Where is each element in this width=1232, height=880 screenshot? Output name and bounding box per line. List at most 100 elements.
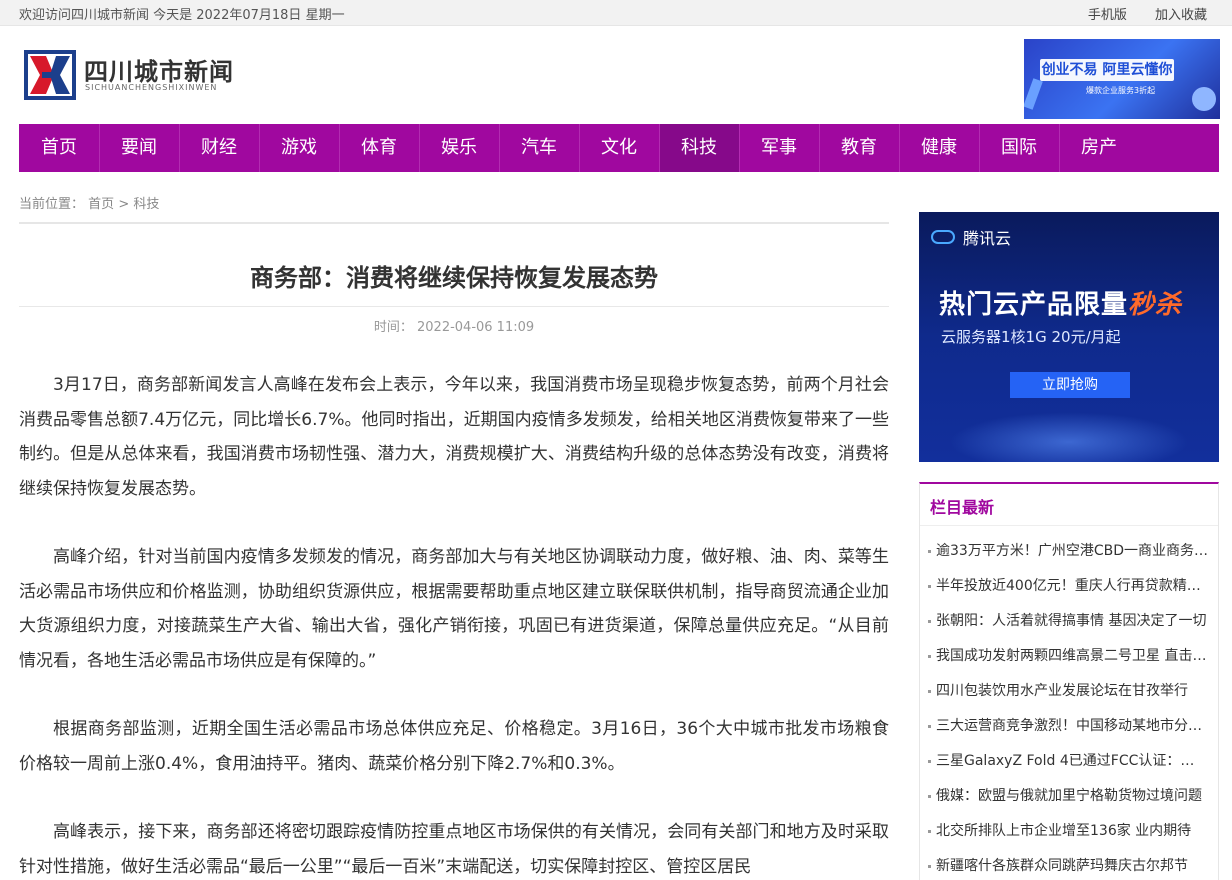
side-ad-headline: 热门云产品限量秒杀 — [939, 284, 1182, 321]
bullet-icon — [928, 550, 931, 553]
latest-news-item[interactable]: 半年投放近400亿元！重庆人行再贷款精准滴灌 — [920, 569, 1218, 604]
latest-news-item[interactable]: 张朝阳：人活着就得搞事情 基因决定了一切 — [920, 604, 1218, 639]
nav-item[interactable]: 娱乐 — [419, 124, 499, 172]
logo-subtitle: SICHUANCHENGSHIXINWEN — [85, 83, 218, 92]
nav-item[interactable]: 首页 — [19, 124, 99, 172]
latest-news-item[interactable]: 新疆喀什各族群众同跳萨玛舞庆古尔邦节 — [920, 849, 1218, 880]
latest-news-item[interactable]: 四川包装饮用水产业发展论坛在甘孜举行 — [920, 674, 1218, 709]
top-ad-headline: 创业不易 阿里云懂你 — [1040, 59, 1174, 81]
article-meta: 时间： 2022-04-06 11:09 — [19, 316, 889, 335]
main-nav: 首页 要闻 财经 游戏 体育 娱乐 汽车 文化 科技 军事 教育 健康 国际 房产 — [19, 124, 1219, 172]
nav-item[interactable]: 要闻 — [99, 124, 179, 172]
nav-item[interactable]: 文化 — [579, 124, 659, 172]
divider — [920, 525, 1218, 526]
article-paragraph: 高峰表示，接下来，商务部还将密切跟踪疫情防控重点地区市场保供的有关情况，会同有关… — [19, 822, 889, 877]
latest-news-link[interactable]: 新疆喀什各族群众同跳萨玛舞庆古尔邦节 — [936, 858, 1188, 874]
time-label: 时间： — [373, 320, 413, 335]
nav-separator — [739, 124, 740, 172]
nav-item[interactable]: 健康 — [899, 124, 979, 172]
side-ad-sub: 云服务器1核1G 20元/月起 — [941, 328, 1121, 346]
divider — [19, 222, 889, 224]
nav-separator — [499, 124, 500, 172]
add-favorite-link[interactable]: 加入收藏 — [1155, 8, 1207, 23]
nav-separator — [819, 124, 820, 172]
ad-decoration — [1024, 78, 1043, 110]
nav-item[interactable]: 房产 — [1059, 124, 1139, 172]
nav-separator — [659, 124, 660, 172]
nav-separator — [419, 124, 420, 172]
nav-separator — [899, 124, 900, 172]
latest-news-link[interactable]: 半年投放近400亿元！重庆人行再贷款精准滴灌 — [936, 578, 1218, 594]
site-logo[interactable]: 四川城市新闻 SICHUANCHENGSHIXINWEN — [24, 48, 244, 102]
buy-now-button[interactable]: 立即抢购 — [1010, 372, 1130, 398]
nav-item[interactable]: 教育 — [819, 124, 899, 172]
nav-item[interactable]: 汽车 — [499, 124, 579, 172]
top-ad-banner[interactable]: 创业不易 阿里云懂你 爆款企业服务3折起 — [1024, 39, 1220, 119]
latest-news-link[interactable]: 北交所排队上市企业增至136家 业内期待 — [936, 823, 1191, 839]
top-ad-sub: 爆款企业服务3折起 — [1086, 86, 1156, 95]
bullet-icon — [928, 830, 931, 833]
nav-separator — [179, 124, 180, 172]
article-title: 商务部：消费将继续保持恢复发展态势 — [250, 264, 658, 292]
latest-news-link[interactable]: 三星GalaxyZ Fold 4已通过FCC认证：支持25W — [936, 753, 1218, 769]
latest-news-link[interactable]: 逾33万平方米！广州空港CBD一商业商务用地挂牌 — [936, 543, 1218, 559]
nav-item[interactable]: 军事 — [739, 124, 819, 172]
nav-separator — [1059, 124, 1060, 172]
nav-separator — [579, 124, 580, 172]
article-paragraph: 根据商务部监测，近期全国生活必需品市场总体供应充足、价格稳定。3月16日，36个… — [19, 719, 889, 774]
nav-separator — [259, 124, 260, 172]
nav-item[interactable]: 科技 — [659, 124, 739, 172]
ad-decoration — [1192, 87, 1216, 111]
welcome-text: 欢迎访问四川城市新闻 今天是 2022年07月18日 星期一 — [19, 8, 345, 23]
article-paragraph: 3月17日，商务部新闻发言人高峰在发布会上表示，今年以来，我国消费市场呈现稳步恢… — [19, 375, 889, 499]
ad-decoration — [949, 412, 1189, 462]
nav-separator — [979, 124, 980, 172]
cloud-logo-icon — [931, 230, 955, 244]
article-body: 3月17日，商务部新闻发言人高峰在发布会上表示，今年以来，我国消费市场呈现稳步恢… — [19, 368, 889, 880]
publish-time: 2022-04-06 11:09 — [417, 320, 535, 335]
breadcrumb-home[interactable]: 首页 — [88, 197, 114, 212]
nav-item[interactable]: 体育 — [339, 124, 419, 172]
breadcrumb: 当前位置： 首页 > 科技 — [19, 193, 159, 212]
latest-news-item[interactable]: 逾33万平方米！广州空港CBD一商业商务用地挂牌 — [920, 534, 1218, 569]
latest-news-box: 栏目最新 逾33万平方米！广州空港CBD一商业商务用地挂牌半年投放近400亿元！… — [919, 482, 1219, 880]
latest-news-item[interactable]: 俄媒：欧盟与俄就加里宁格勒货物过境问题 — [920, 779, 1218, 814]
bullet-icon — [928, 760, 931, 763]
nav-separator — [99, 124, 100, 172]
latest-news-item[interactable]: 三大运营商竞争激烈！中国移动某地市分公司 — [920, 709, 1218, 744]
logo-mark-icon — [24, 50, 76, 100]
top-bar: 欢迎访问四川城市新闻 今天是 2022年07月18日 星期一 手机版 加入收藏 — [0, 0, 1232, 26]
latest-news-link[interactable]: 俄媒：欧盟与俄就加里宁格勒货物过境问题 — [936, 788, 1202, 804]
nav-item[interactable]: 国际 — [979, 124, 1059, 172]
top-links: 手机版 加入收藏 — [1064, 4, 1207, 23]
breadcrumb-separator: > — [118, 197, 130, 212]
latest-news-title: 栏目最新 — [930, 498, 995, 517]
latest-news-item[interactable]: 三星GalaxyZ Fold 4已通过FCC认证：支持25W — [920, 744, 1218, 779]
latest-news-item[interactable]: 我国成功发射两颗四维高景二号卫星 直击现场 — [920, 639, 1218, 674]
nav-item[interactable]: 游戏 — [259, 124, 339, 172]
latest-news-link[interactable]: 张朝阳：人活着就得搞事情 基因决定了一切 — [936, 613, 1206, 629]
side-ad-headline-hot: 秒杀 — [1128, 290, 1183, 320]
latest-news-item[interactable]: 北交所排队上市企业增至136家 业内期待 — [920, 814, 1218, 849]
latest-news-link[interactable]: 我国成功发射两颗四维高景二号卫星 直击现场 — [936, 648, 1218, 664]
mobile-version-link[interactable]: 手机版 — [1088, 8, 1127, 23]
side-ad-headline-main: 热门云产品限量 — [939, 290, 1129, 320]
breadcrumb-current[interactable]: 科技 — [133, 197, 159, 212]
bullet-icon — [928, 865, 931, 868]
nav-item[interactable]: 财经 — [179, 124, 259, 172]
side-ad-banner[interactable]: 腾讯云 热门云产品限量秒杀 云服务器1核1G 20元/月起 立即抢购 — [919, 212, 1219, 462]
nav-separator — [339, 124, 340, 172]
divider — [19, 306, 889, 307]
bullet-icon — [928, 655, 931, 658]
bullet-icon — [928, 795, 931, 798]
article-paragraph: 高峰介绍，针对当前国内疫情多发频发的情况，商务部加大与有关地区协调联动力度，做好… — [19, 547, 889, 671]
latest-news-list: 逾33万平方米！广州空港CBD一商业商务用地挂牌半年投放近400亿元！重庆人行再… — [920, 534, 1218, 880]
bullet-icon — [928, 585, 931, 588]
side-ad-brand: 腾讯云 — [963, 229, 1012, 248]
logo-title: 四川城市新闻 — [84, 58, 234, 86]
bullet-icon — [928, 725, 931, 728]
latest-news-link[interactable]: 三大运营商竞争激烈！中国移动某地市分公司 — [936, 718, 1216, 734]
latest-news-link[interactable]: 四川包装饮用水产业发展论坛在甘孜举行 — [936, 683, 1188, 699]
bullet-icon — [928, 690, 931, 693]
breadcrumb-label: 当前位置： — [19, 197, 85, 212]
